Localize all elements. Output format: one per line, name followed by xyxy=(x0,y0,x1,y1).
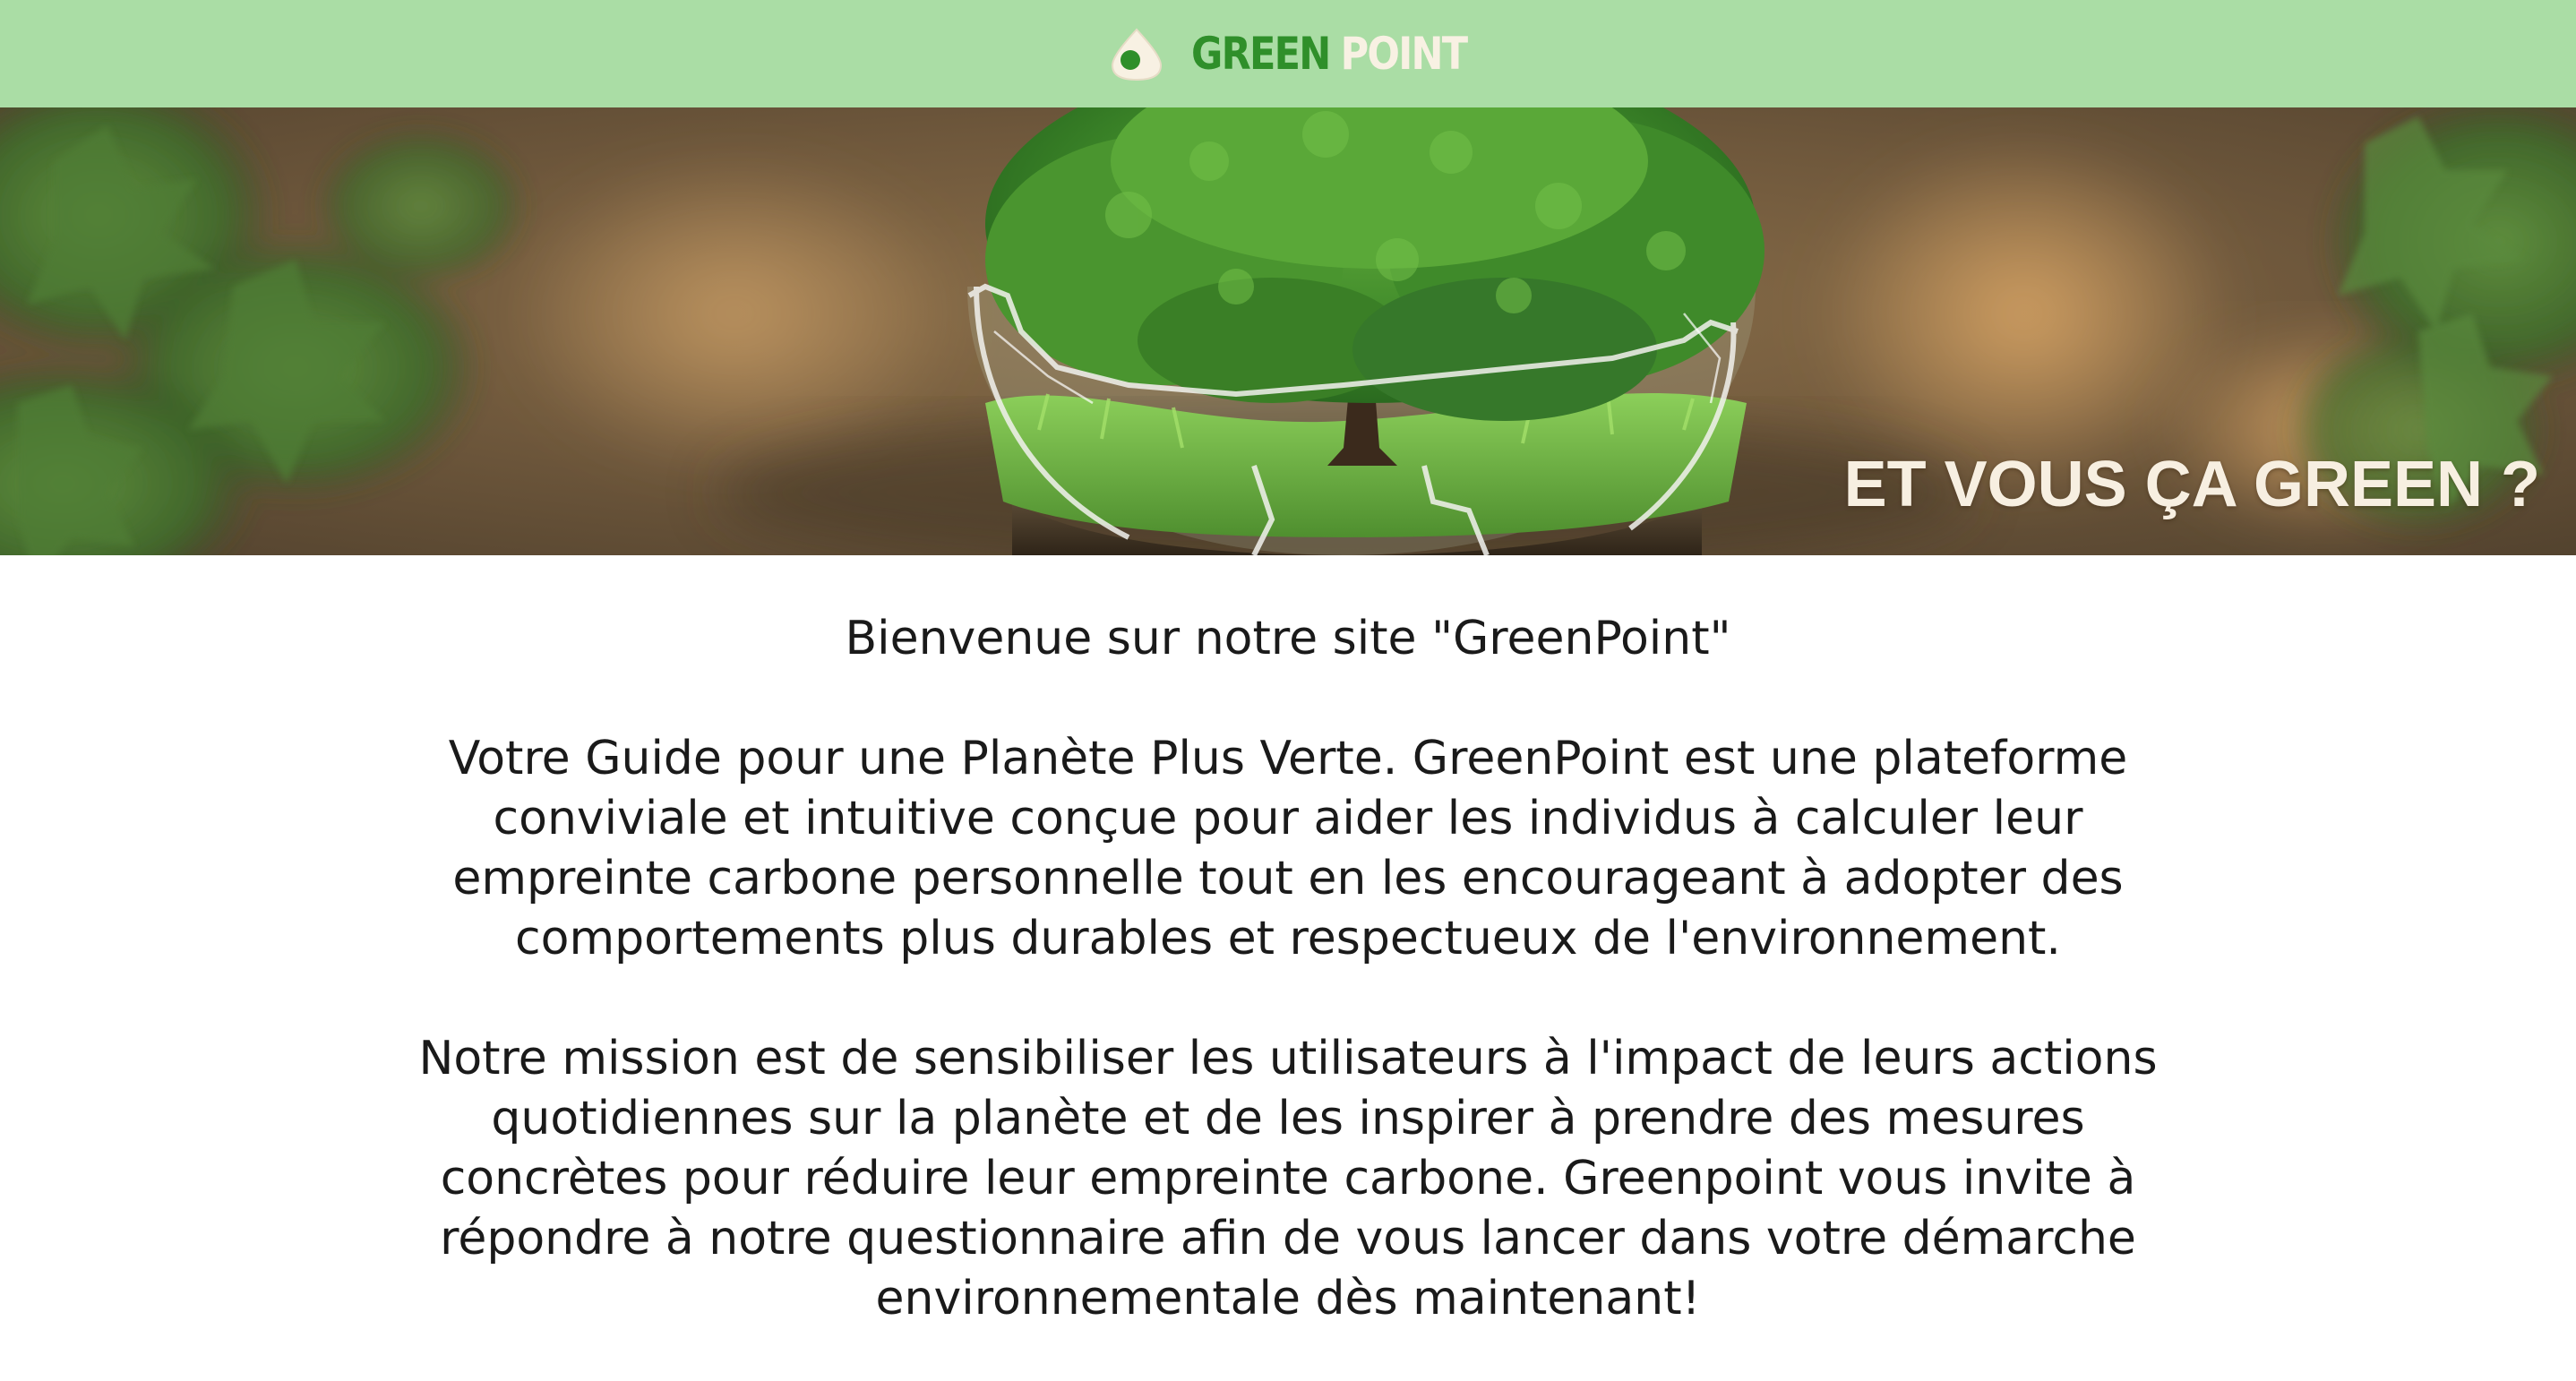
site-logo[interactable]: GREEN POINT xyxy=(1107,25,1511,82)
intro-section: Bienvenue sur notre site "GreenPoint" Vo… xyxy=(0,609,2576,1329)
hero-banner: ET VOUS ÇA GREEN ? xyxy=(0,107,2576,555)
welcome-heading: Bienvenue sur notre site "GreenPoint" xyxy=(845,612,1731,665)
logo-word-green: GREEN xyxy=(1191,28,1331,80)
top-nav-bar: GREEN POINT xyxy=(0,0,2576,107)
logo-wordmark: GREEN POINT xyxy=(1191,25,1469,82)
intro-paragraph-1: Votre Guide pour une Planète Plus Verte.… xyxy=(448,732,2128,965)
intro-paragraph-2: Notre mission est de sensibiliser les ut… xyxy=(418,1032,2158,1325)
hero-slogan: ET VOUS ÇA GREEN ? xyxy=(1843,449,2540,520)
leaf-drop-icon xyxy=(1111,28,1163,81)
logo-word-point: POINT xyxy=(1340,28,1469,80)
